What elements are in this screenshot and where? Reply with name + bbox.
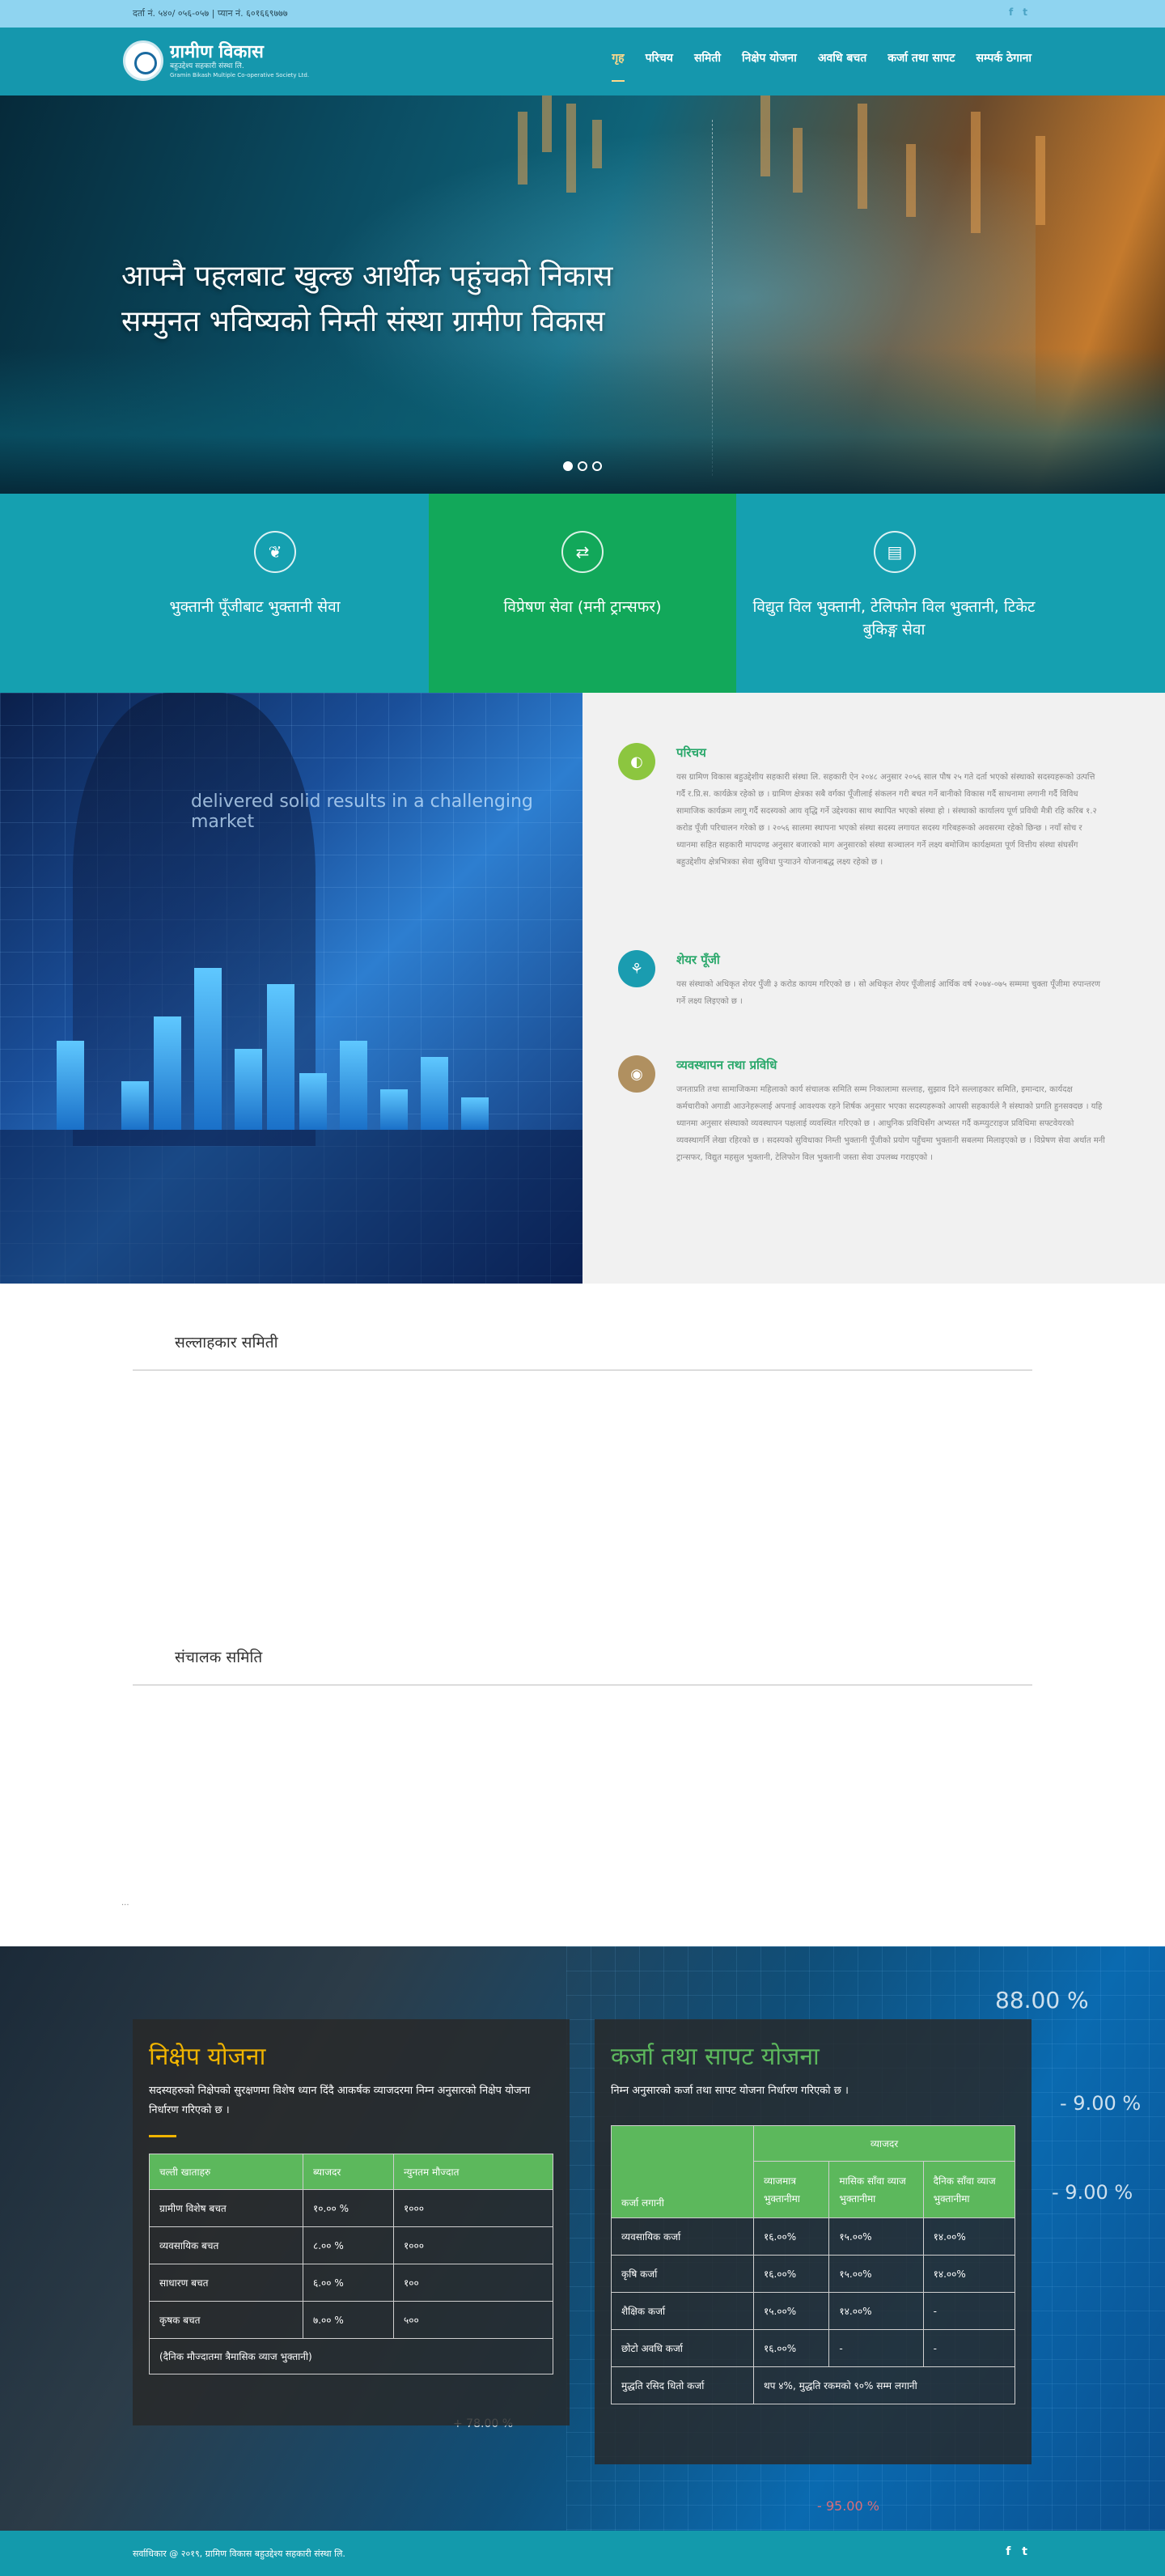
backdrop-number: - 9.00 % xyxy=(1060,2092,1142,2115)
photo-headline: delivered solid results in a challenging… xyxy=(191,791,533,832)
about-share-text: यस संस्थाको अधिकृत शेयर पुँजी ३ करोड काय… xyxy=(676,980,1100,1006)
service-title: विप्रेषण सेवा (मनी ट्रान्सफर) xyxy=(503,598,662,616)
bill-payment-icon: ▤ xyxy=(874,531,916,573)
table-row: मुद्धति रसिद धितो कर्जा थप ४%, मुद्धति र… xyxy=(611,2366,1015,2404)
deposit-panel: निक्षेप योजना सदस्यहरुको निक्षेपको सुरक्… xyxy=(133,2019,570,2425)
nav-item-committee[interactable]: समिती xyxy=(694,50,721,82)
nav-item-fixed-saving[interactable]: अवधि बचत xyxy=(818,50,866,82)
table-header: चल्ती खाताहरु xyxy=(149,2154,303,2190)
loan-table: कर्जा लगानी व्याजदर व्याजमात्र भुक्तानीम… xyxy=(611,2125,1016,2404)
nav-item-deposit[interactable]: निक्षेप योजना xyxy=(742,50,797,82)
brand-subtitle: बहुउद्देश्य सहकारी संस्था लि. xyxy=(170,62,244,70)
footer-social-links: f t xyxy=(1006,2545,1027,2558)
table-header: व्याजमात्र भुक्तानीमा xyxy=(752,2161,830,2218)
share-capital-icon: ⚘ xyxy=(618,950,655,987)
backdrop-number: - 95.00 % xyxy=(817,2498,879,2514)
about-intro-title: परिचय xyxy=(676,745,706,760)
table-header: कर्जा लगानी xyxy=(611,2125,754,2218)
hero-caption-line-2: सम्मुनत भविष्यको निम्ती संस्था ग्रामीण व… xyxy=(121,305,605,338)
slider-dot-1[interactable] xyxy=(563,461,573,471)
twitter-icon[interactable]: t xyxy=(1023,6,1027,18)
deposit-table: चल्ती खाताहरु ब्याजदर न्युनतम मौज्दात ग्… xyxy=(149,2154,553,2374)
site-logo[interactable]: ग्रामीण विकास बहुउद्देश्य सहकारी संस्था … xyxy=(123,40,309,81)
money-transfer-icon: ⇄ xyxy=(561,531,604,573)
slider-dot-2[interactable] xyxy=(578,461,587,471)
logo-emblem-icon xyxy=(123,40,163,81)
schemes-section: 88.00 % - 9.00 % - 9.00 % - 95.00 % + 78… xyxy=(0,1946,1165,2531)
nav-item-about[interactable]: परिचय xyxy=(646,50,673,82)
loan-intro: निम्न अनुसारको कर्जा तथा सापट योजना निर्… xyxy=(611,2085,849,2097)
leaf-icon: ❦ xyxy=(254,531,296,573)
about-management-title: व्यवस्थापन तथा प्रविधि xyxy=(676,1058,777,1072)
table-header: न्युनतम मौज्दात xyxy=(393,2154,553,2190)
table-row: शैक्षिक कर्जा १५.००% १४.००% - xyxy=(611,2292,1016,2330)
copyright-text: सर्वाधिकार @ २०१९, ग्रामिण विकास बहुउद्द… xyxy=(133,2548,345,2559)
about-section: delivered solid results in a challenging… xyxy=(0,693,1165,1284)
table-note-row: (दैनिक मौज्दातमा त्रैमासिक व्याज भुक्तान… xyxy=(149,2338,553,2374)
slider-dots xyxy=(563,461,602,471)
service-card-remittance[interactable]: ⇄ विप्रेषण सेवा (मनी ट्रान्सफर) xyxy=(429,494,736,693)
advisory-committee-title: सल्लाहकार समिती xyxy=(175,1334,278,1352)
main-navbar: ग्रामीण विकास बहुउद्देश्य सहकारी संस्था … xyxy=(0,28,1165,95)
about-share-title: शेयर पूँजी xyxy=(676,953,720,967)
hero-caption-line-1: आफ्नै पहलबाट खुल्छ आर्थीक पहुंचको निकास xyxy=(121,260,613,293)
about-management-text: जनताप्रति तथा सामाजिकमा महिलाको कार्य सं… xyxy=(676,1085,1105,1162)
table-header: दैनिक साँवा व्याज भुक्तानीमा xyxy=(922,2161,1016,2218)
table-row: साधारण बचत ६.०० % १०० xyxy=(149,2264,553,2302)
trailing-mark: ... xyxy=(121,1899,129,1908)
divider xyxy=(133,1684,1032,1686)
nav-item-contact[interactable]: सम्पर्क ठेगाना xyxy=(976,50,1032,82)
hero-caption: आफ्नै पहलबाट खुल्छ आर्थीक पहुंचको निकास … xyxy=(121,254,612,345)
services-strip: ❦ भुक्तानी पूँजीबाट भुक्तानी सेवा ⇄ विप्… xyxy=(0,494,1165,693)
brand-subtitle-en: Gramin Bikash Multiple Co-operative Soci… xyxy=(170,72,310,79)
business-chart-photo: delivered solid results in a challenging… xyxy=(0,693,582,1284)
twitter-icon[interactable]: t xyxy=(1022,2545,1027,2558)
slider-dot-3[interactable] xyxy=(592,461,602,471)
main-menu: गृह परिचय समिती निक्षेप योजना अवधि बचत क… xyxy=(612,50,1032,82)
registration-info: दर्ता नं. ५४०/ ०५६-०५७ | प्यान नं. ६०१६६… xyxy=(133,8,288,19)
nav-item-loan[interactable]: कर्जा तथा सापट xyxy=(888,50,955,82)
board-committee-title: संचालक समिति xyxy=(175,1649,263,1666)
facebook-icon[interactable]: f xyxy=(1006,2545,1010,2558)
loan-title: कर्जा तथा सापट योजना xyxy=(611,2043,820,2071)
table-row: छोटो अवधि कर्जा १६.००% - - xyxy=(611,2329,1016,2367)
service-title: विद्युत विल भुक्तानी, टेलिफोन विल भुक्ता… xyxy=(752,598,1036,639)
top-social-links: f t xyxy=(1009,6,1027,18)
deposit-intro: सदस्यहरुको निक्षेपको सुरक्षणमा विशेष ध्य… xyxy=(149,2085,531,2116)
about-intro-text: यस ग्रामिण विकास बहुउद्देशीय सहकारी संस्… xyxy=(676,773,1097,867)
management-icon: ◉ xyxy=(618,1055,655,1093)
backdrop-number: - 9.00 % xyxy=(1052,2181,1133,2204)
divider xyxy=(133,1369,1032,1371)
table-header: ब्याजदर xyxy=(303,2154,394,2190)
table-header: मासिक साँवा व्याज भुक्तानीमा xyxy=(828,2161,924,2218)
deposit-title: निक्षेप योजना xyxy=(149,2043,266,2071)
brand-name: ग्रामीण विकास xyxy=(170,41,264,62)
info-icon: ◐ xyxy=(618,743,655,780)
table-row: कृषक बचत ७.०० % ५०० xyxy=(149,2301,553,2339)
table-row: व्यवसायिक बचत ८.०० % १००० xyxy=(149,2226,553,2264)
table-row: कृषि कर्जा १६.००% १५.००% १४.००% xyxy=(611,2255,1016,2293)
service-title: भुक्तानी पूँजीबाट भुक्तानी सेवा xyxy=(169,598,341,616)
title-underline xyxy=(149,2135,176,2137)
facebook-icon[interactable]: f xyxy=(1009,6,1013,18)
about-text-panel: ◐ परिचय यस ग्रामिण विकास बहुउद्देशीय सहक… xyxy=(582,693,1165,1284)
nav-item-home[interactable]: गृह xyxy=(612,50,625,82)
hero-slider: आफ्नै पहलबाट खुल्छ आर्थीक पहुंचको निकास … xyxy=(0,95,1165,494)
service-card-capital[interactable]: ❦ भुक्तानी पूँजीबाट भुक्तानी सेवा xyxy=(0,494,429,693)
table-row: ग्रामीण विशेष बचत १०.०० % १००० xyxy=(149,2189,553,2227)
service-card-bill-payment[interactable]: ▤ विद्युत विल भुक्तानी, टेलिफोन विल भुक्… xyxy=(736,494,1165,693)
table-header: व्याजदर xyxy=(753,2125,1015,2162)
site-footer: सर्वाधिकार @ २०१९, ग्रामिण विकास बहुउद्द… xyxy=(0,2531,1165,2576)
top-bar: दर्ता नं. ५४०/ ०५६-०५७ | प्यान नं. ६०१६६… xyxy=(0,0,1165,28)
loan-panel: कर्जा तथा सापट योजना निम्न अनुसारको कर्ज… xyxy=(595,2019,1032,2464)
backdrop-number: 88.00 % xyxy=(995,1987,1089,2014)
table-row: व्यवसायिक कर्जा १६.००% १५.००% १४.००% xyxy=(611,2217,1016,2256)
